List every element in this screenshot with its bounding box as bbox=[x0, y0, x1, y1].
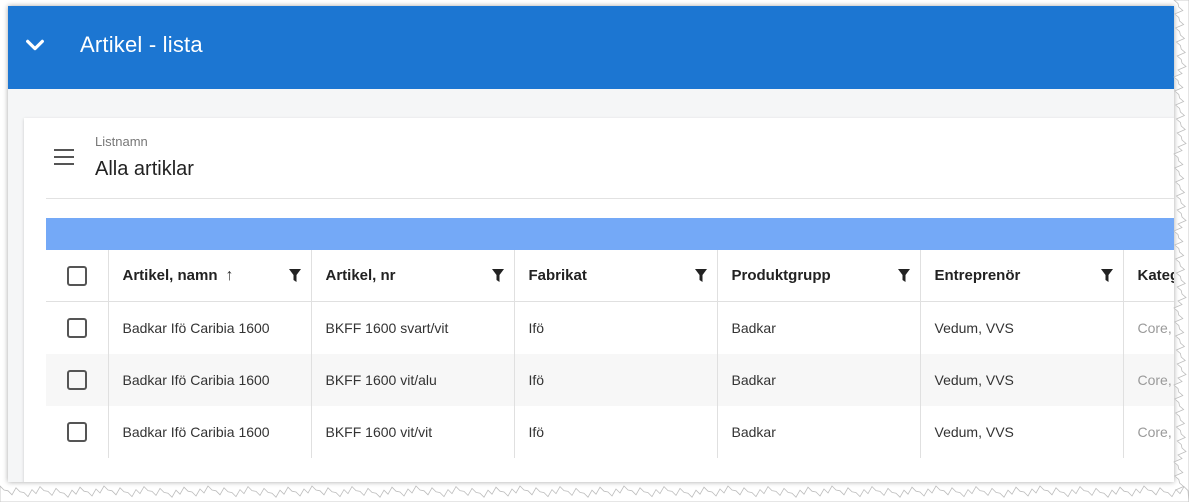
column-label: Kateg bbox=[1137, 267, 1175, 284]
column-label: Entreprenör bbox=[934, 267, 1021, 284]
cell-entreprenor: Vedum, VVS bbox=[920, 354, 1124, 406]
select-all-checkbox[interactable] bbox=[66, 265, 87, 286]
column-label: Fabrikat bbox=[528, 267, 587, 284]
row-checkbox[interactable] bbox=[66, 422, 87, 442]
column-label: Artikel, nr bbox=[325, 267, 396, 284]
row-checkbox[interactable] bbox=[66, 318, 87, 338]
cell-kategori: Core, P bbox=[1123, 406, 1174, 458]
cell-fabrikat: Ifö bbox=[514, 354, 718, 406]
filter-icon[interactable] bbox=[897, 269, 910, 282]
cell-fabrikat: Ifö bbox=[514, 301, 718, 354]
column-header-entreprenor[interactable]: Entreprenör bbox=[920, 250, 1124, 302]
cell-artikel-nr: BKFF 1600 vit/alu bbox=[311, 354, 515, 406]
cell-produktgrupp: Badkar bbox=[717, 354, 921, 406]
column-header-kategori[interactable]: Kateg bbox=[1123, 250, 1174, 302]
column-label: Produktgrupp bbox=[731, 267, 831, 284]
hamburger-menu-icon[interactable] bbox=[54, 149, 76, 167]
list-name-value[interactable]: Alla artiklar bbox=[95, 158, 194, 181]
torn-edge-bottom bbox=[0, 485, 1189, 502]
filter-icon[interactable] bbox=[288, 269, 301, 282]
row-select-cell bbox=[46, 354, 109, 406]
article-table: Artikel, namn ↑ Artikel, nr Fabrikat Prod… bbox=[46, 250, 1174, 458]
column-header-artikel-namn[interactable]: Artikel, namn ↑ bbox=[108, 250, 312, 302]
page-header: Artikel - lista bbox=[8, 6, 1174, 89]
row-select-cell bbox=[46, 406, 109, 458]
chevron-down-icon[interactable] bbox=[24, 34, 46, 56]
cell-artikel-namn: Badkar Ifö Caribia 1600 bbox=[108, 354, 312, 406]
cell-fabrikat: Ifö bbox=[514, 406, 718, 458]
list-card: Listnamn Alla artiklar Artikel, namn ↑ A… bbox=[24, 118, 1174, 482]
table-header-row: Artikel, namn ↑ Artikel, nr Fabrikat Prod… bbox=[46, 250, 1174, 302]
column-header-artikel-nr[interactable]: Artikel, nr bbox=[311, 250, 515, 302]
table-row[interactable]: Badkar Ifö Caribia 1600 BKFF 1600 vit/al… bbox=[46, 354, 1174, 406]
list-header: Listnamn Alla artiklar bbox=[46, 118, 1174, 199]
list-name-label: Listnamn bbox=[95, 134, 148, 149]
sort-ascending-icon[interactable]: ↑ bbox=[226, 267, 234, 285]
table-row[interactable]: Badkar Ifö Caribia 1600 BKFF 1600 vit/vi… bbox=[46, 406, 1174, 458]
row-select-cell bbox=[46, 301, 109, 354]
cell-produktgrupp: Badkar bbox=[717, 301, 921, 354]
cell-kategori: Core, P bbox=[1123, 301, 1174, 354]
column-header-produktgrupp[interactable]: Produktgrupp bbox=[717, 250, 921, 302]
torn-edge-right bbox=[1173, 0, 1189, 502]
cell-artikel-namn: Badkar Ifö Caribia 1600 bbox=[108, 406, 312, 458]
table-row[interactable]: Badkar Ifö Caribia 1600 BKFF 1600 svart/… bbox=[46, 301, 1174, 354]
cell-kategori: Core, P bbox=[1123, 354, 1174, 406]
table-toolbar bbox=[46, 218, 1174, 250]
cell-artikel-namn: Badkar Ifö Caribia 1600 bbox=[108, 301, 312, 354]
cell-artikel-nr: BKFF 1600 svart/vit bbox=[311, 301, 515, 354]
filter-icon[interactable] bbox=[491, 269, 504, 282]
select-all-cell bbox=[46, 250, 109, 302]
cell-entreprenor: Vedum, VVS bbox=[920, 301, 1124, 354]
page-title: Artikel - lista bbox=[80, 32, 203, 57]
filter-icon[interactable] bbox=[1100, 269, 1113, 282]
row-checkbox[interactable] bbox=[66, 370, 87, 390]
column-header-fabrikat[interactable]: Fabrikat bbox=[514, 250, 718, 302]
app-window: Artikel - lista Listnamn Alla artiklar A… bbox=[8, 6, 1174, 482]
filter-icon[interactable] bbox=[694, 269, 707, 282]
cell-artikel-nr: BKFF 1600 vit/vit bbox=[311, 406, 515, 458]
column-label: Artikel, namn bbox=[122, 266, 218, 284]
cell-produktgrupp: Badkar bbox=[717, 406, 921, 458]
cell-entreprenor: Vedum, VVS bbox=[920, 406, 1124, 458]
